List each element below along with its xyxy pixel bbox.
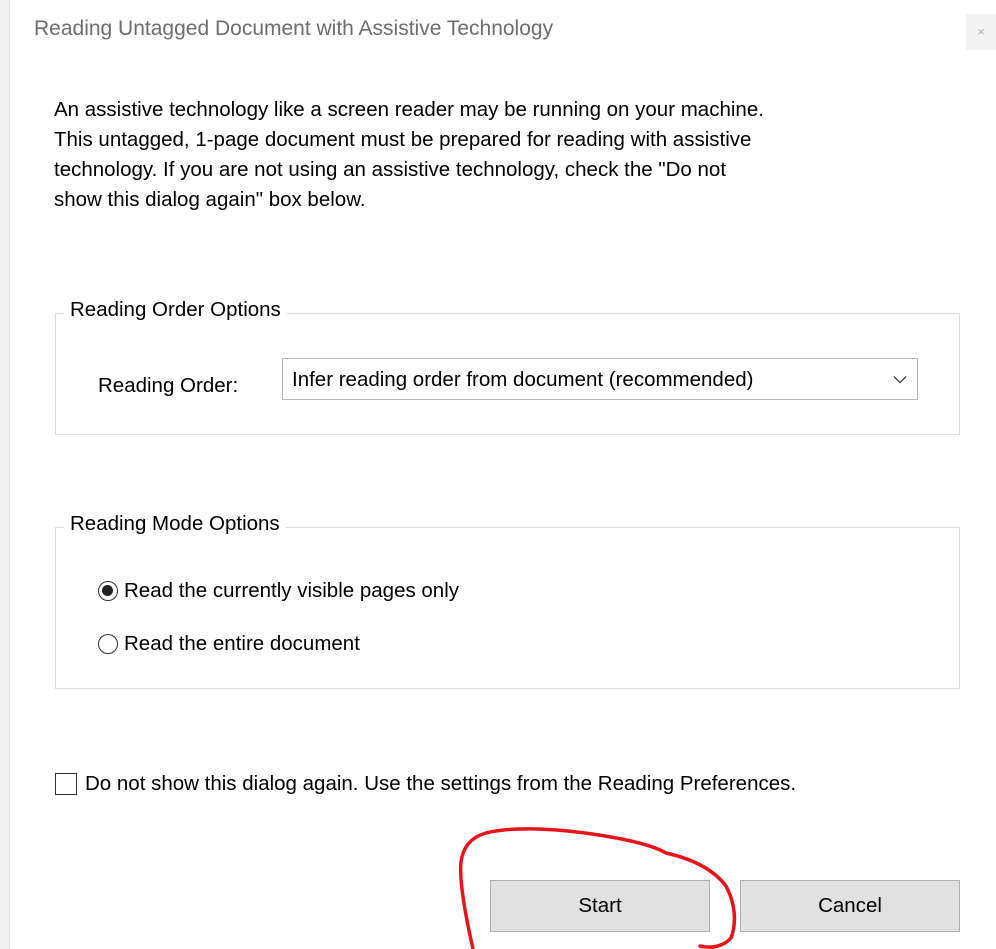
radio-button-checked[interactable]	[98, 581, 118, 601]
radio-entire-document-label[interactable]: Read the entire document	[124, 632, 360, 656]
reading-order-group: Reading Order Options Reading Order: Inf…	[55, 298, 960, 435]
chevron-down-icon	[883, 359, 917, 399]
reading-order-value: Infer reading order from document (recom…	[292, 368, 754, 391]
reading-mode-legend: Reading Mode Options	[64, 512, 286, 536]
reading-order-legend: Reading Order Options	[64, 298, 287, 322]
assistive-technology-dialog: Reading Untagged Document with Assistive…	[0, 0, 996, 949]
intro-message: An assistive technology like a screen re…	[54, 98, 764, 211]
start-button[interactable]: Start	[490, 880, 710, 932]
radio-button-unchecked[interactable]	[98, 634, 118, 654]
window-left-edge	[0, 0, 10, 949]
dont-show-again-checkbox[interactable]	[55, 773, 77, 795]
radio-visible-pages[interactable]: Read the currently visible pages only	[98, 578, 459, 604]
reading-mode-group: Reading Mode Options Read the currently …	[55, 512, 960, 689]
close-icon: ×	[977, 24, 985, 39]
dont-show-again-label[interactable]: Do not show this dialog again. Use the s…	[85, 772, 796, 796]
reading-order-label: Reading Order:	[98, 374, 239, 397]
dialog-title: Reading Untagged Document with Assistive…	[34, 17, 554, 40]
cancel-button[interactable]: Cancel	[740, 880, 960, 932]
close-button[interactable]: ×	[966, 14, 996, 50]
radio-visible-pages-label[interactable]: Read the currently visible pages only	[124, 579, 459, 603]
radio-entire-document[interactable]: Read the entire document	[98, 631, 360, 657]
title-bar: Reading Untagged Document with Assistive…	[10, 0, 996, 62]
dont-show-again-row[interactable]: Do not show this dialog again. Use the s…	[55, 772, 796, 796]
reading-order-select[interactable]: Infer reading order from document (recom…	[282, 358, 918, 400]
